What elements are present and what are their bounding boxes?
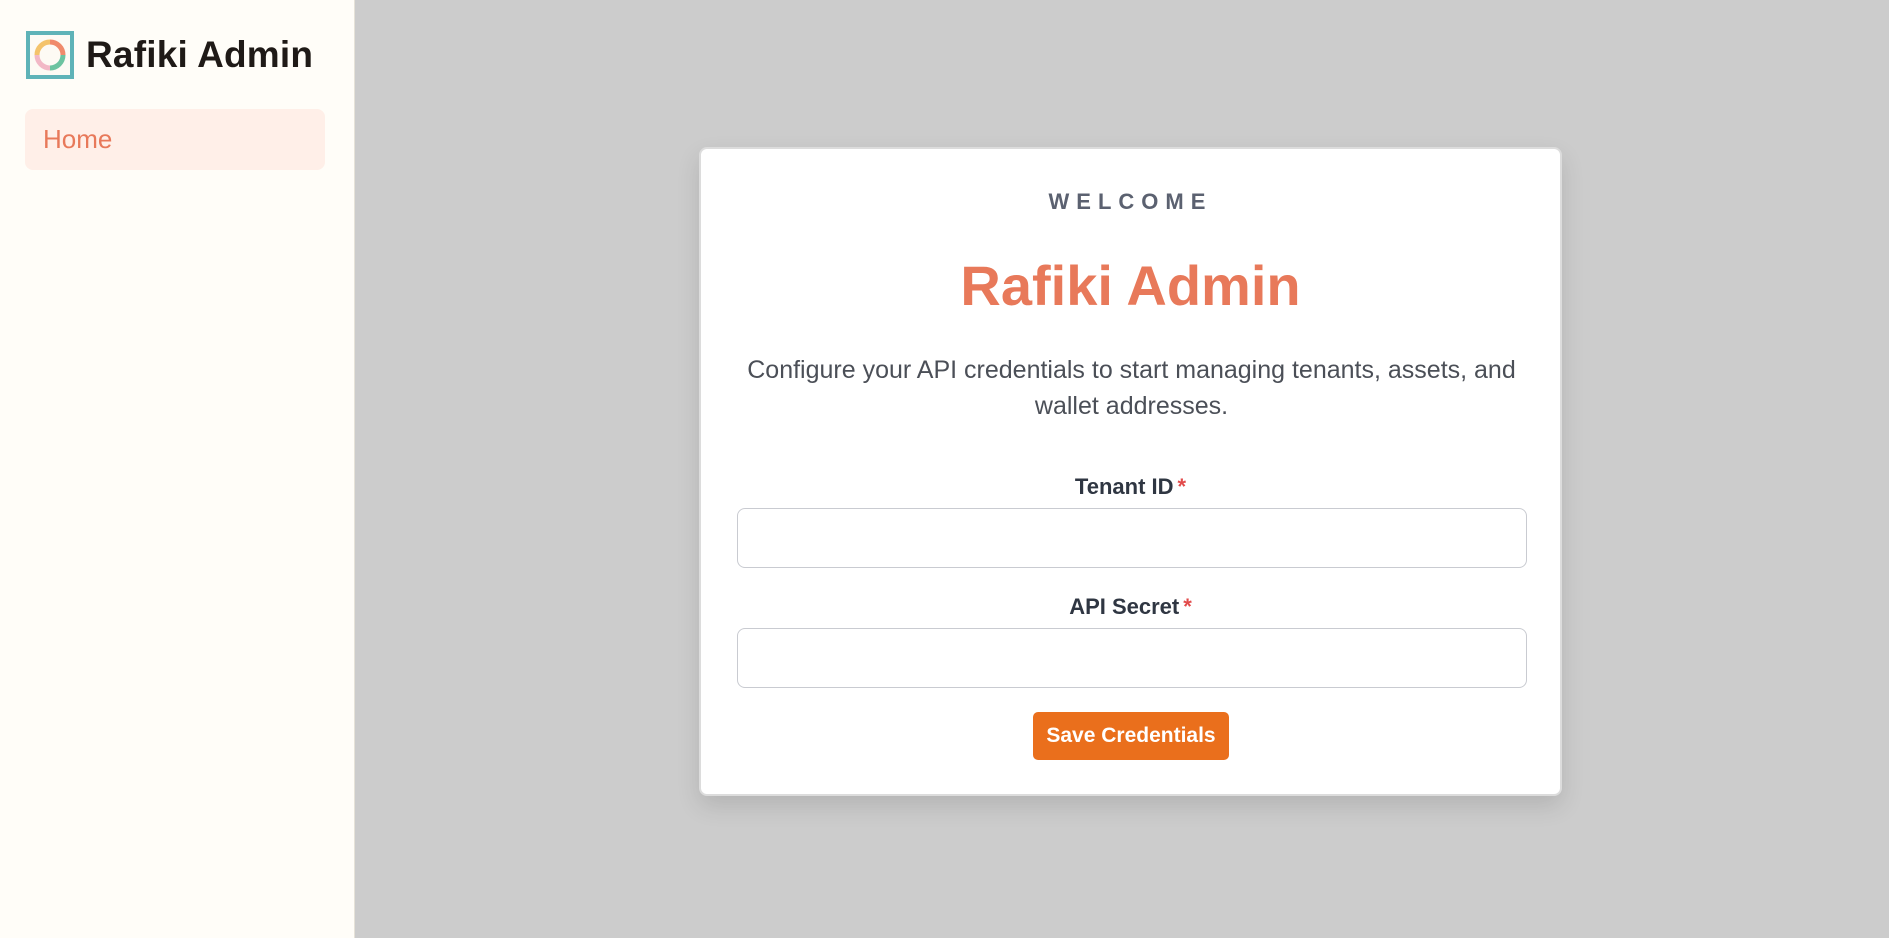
brand[interactable]: Rafiki Admin <box>26 30 313 80</box>
sidebar-item-home[interactable]: Home <box>25 109 325 170</box>
sidebar: Rafiki Admin Home <box>0 0 355 938</box>
tenant-id-label: Tenant ID * <box>701 474 1560 500</box>
save-credentials-button[interactable]: Save Credentials <box>1033 712 1229 760</box>
card-title: Rafiki Admin <box>960 254 1301 317</box>
required-mark: * <box>1183 594 1192 619</box>
rafiki-logo-icon <box>26 31 74 79</box>
tenant-id-input[interactable] <box>737 508 1527 568</box>
api-secret-input[interactable] <box>737 628 1527 688</box>
api-secret-label-text: API Secret <box>1069 594 1180 619</box>
welcome-eyebrow: WELCOME <box>1048 189 1213 214</box>
api-secret-label: API Secret * <box>701 594 1560 620</box>
app-root: Rafiki Admin Home WELCOME Rafiki Admin C… <box>0 0 1889 938</box>
credentials-card: WELCOME Rafiki Admin Configure your API … <box>699 147 1562 796</box>
required-mark: * <box>1177 474 1187 499</box>
brand-title: Rafiki Admin <box>86 34 314 75</box>
tenant-id-label-text: Tenant ID <box>1074 474 1174 499</box>
card-description: Configure your API credentials to start … <box>747 356 1516 420</box>
